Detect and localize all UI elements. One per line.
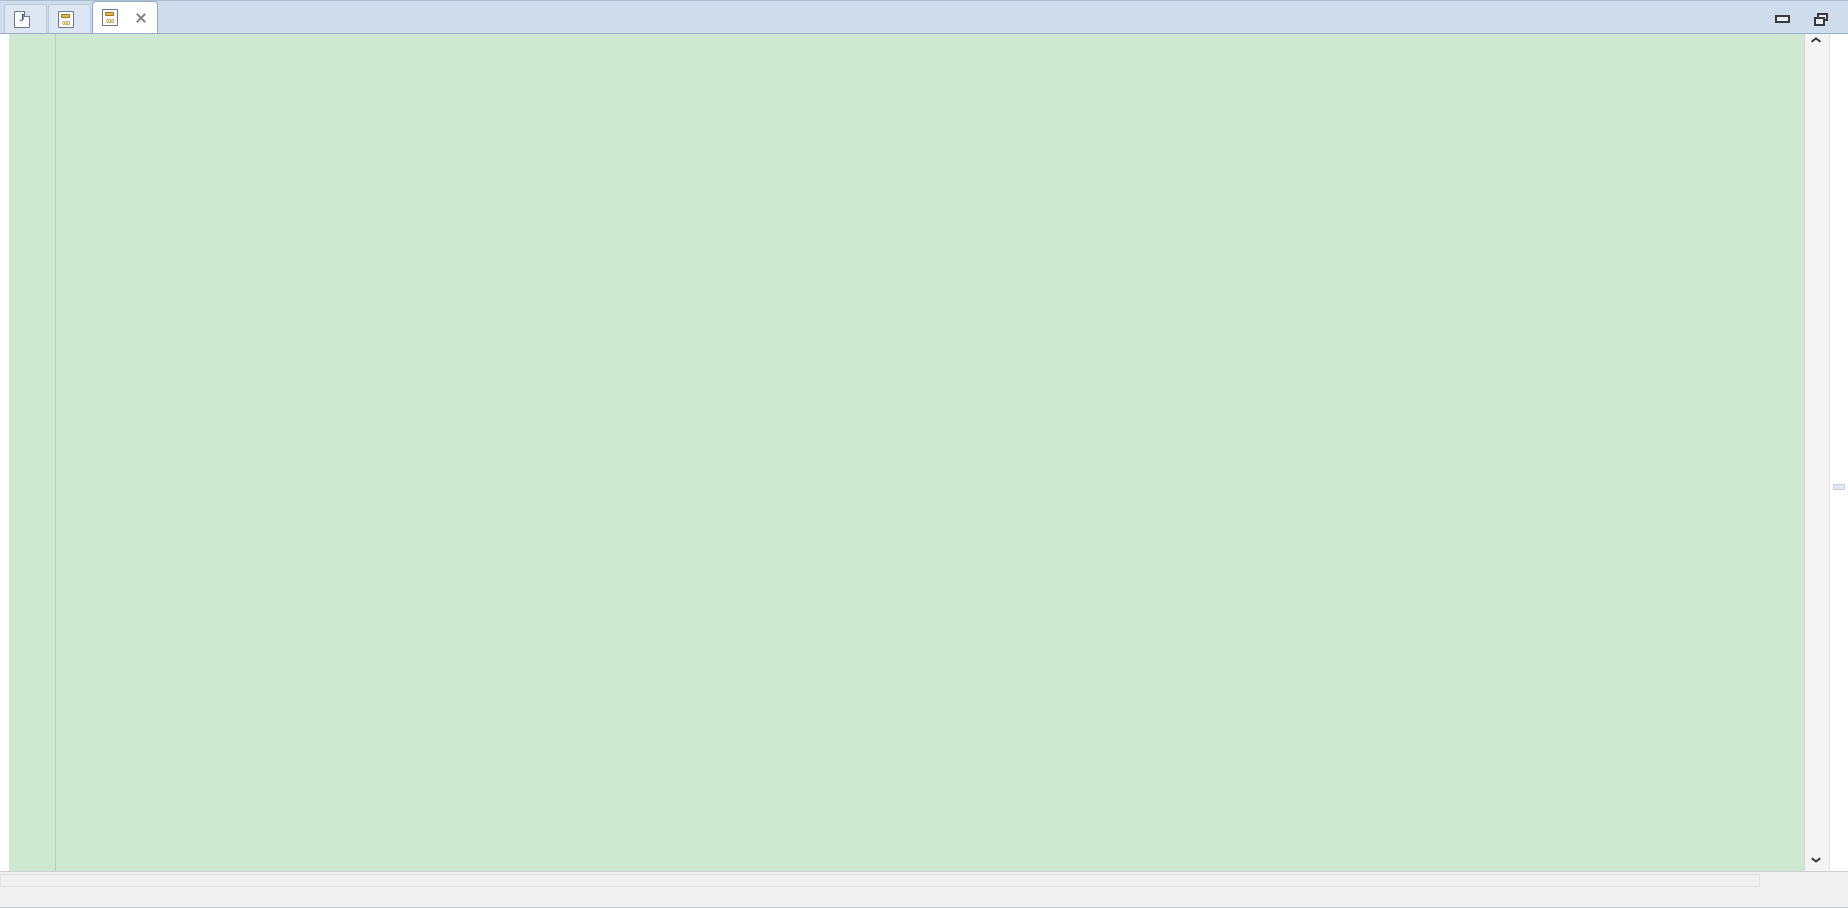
chevron-down-icon (1812, 859, 1821, 868)
class-file-icon (58, 10, 74, 28)
chevron-up-icon (1812, 39, 1821, 48)
tab-bar-empty-area (159, 5, 1774, 33)
editor-tab-enabletransactionmanagement-class[interactable] (48, 4, 91, 33)
code-folding-column[interactable] (56, 34, 72, 871)
restore-icon[interactable] (1813, 12, 1830, 27)
editor-tab-transactionmanagementconfigurationselector-class[interactable] (92, 1, 158, 33)
scroll-down-button[interactable] (1805, 854, 1829, 871)
horizontal-scrollbar[interactable] (0, 873, 1848, 889)
line-number-gutter[interactable] (9, 34, 56, 871)
editor-tab-bar (0, 0, 1848, 34)
horizontal-scrollbar-thumb[interactable] (0, 874, 1760, 887)
code-text-area[interactable] (72, 34, 1804, 871)
editor-tab-txconfig-java[interactable] (4, 4, 47, 33)
eclipse-editor-window (0, 0, 1848, 908)
class-file-icon (102, 9, 118, 26)
java-file-icon (14, 10, 30, 28)
editor-window-controls (1774, 12, 1848, 33)
vertical-scrollbar[interactable] (1804, 34, 1829, 871)
editor-bottom-bar (0, 871, 1848, 908)
minimize-icon[interactable] (1774, 12, 1791, 27)
overview-ruler-marker[interactable] (1833, 484, 1845, 490)
editor-area (0, 34, 1848, 871)
overview-ruler[interactable] (1829, 34, 1848, 871)
close-icon[interactable] (134, 11, 147, 24)
change-bar (0, 34, 9, 871)
scroll-up-button[interactable] (1805, 34, 1829, 51)
